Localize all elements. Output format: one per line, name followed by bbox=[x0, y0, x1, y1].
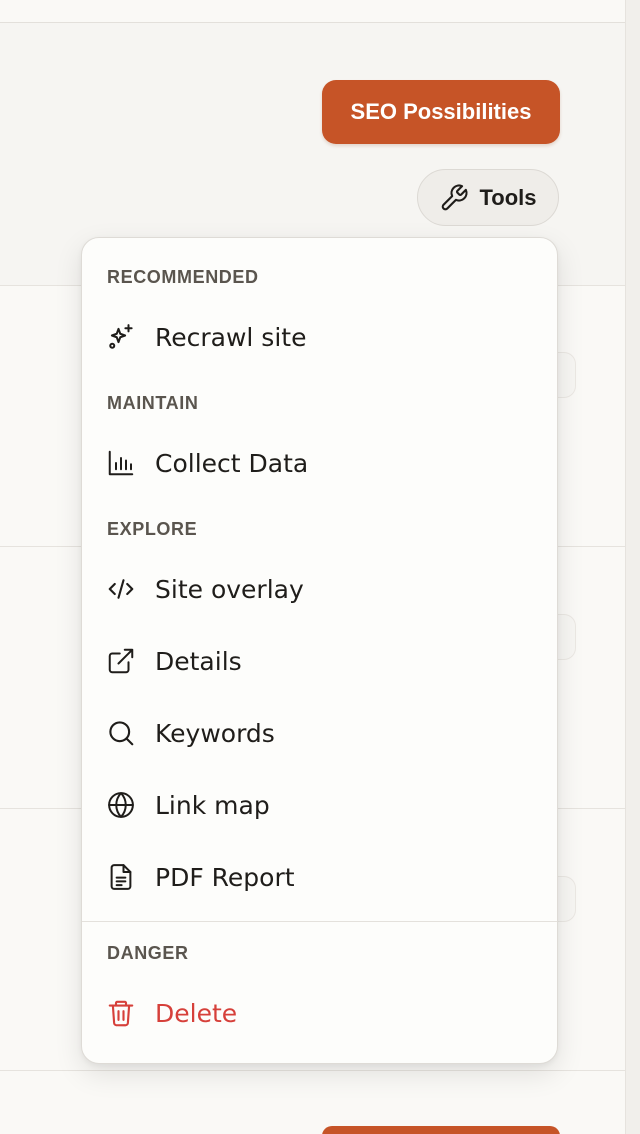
menu-item-pdf-report[interactable]: PDF Report bbox=[82, 849, 557, 905]
external-link-icon bbox=[106, 646, 136, 676]
menu-item-label: Recrawl site bbox=[155, 322, 307, 352]
menu-divider bbox=[82, 921, 557, 922]
search-icon bbox=[106, 718, 136, 748]
section-label-recommended: RECOMMENDED bbox=[107, 267, 259, 287]
tools-button-label: Tools bbox=[479, 184, 537, 210]
tools-button[interactable]: Tools bbox=[417, 169, 559, 226]
menu-item-collect-data[interactable]: Collect Data bbox=[82, 435, 557, 491]
section-label-explore: EXPLORE bbox=[107, 519, 198, 539]
menu-item-label: Link map bbox=[155, 790, 270, 820]
tools-dropdown-menu: RECOMMENDED Recrawl site MAINTAIN Collec… bbox=[81, 237, 558, 1064]
menu-item-label: PDF Report bbox=[155, 862, 295, 892]
trash-icon bbox=[106, 998, 136, 1028]
menu-item-label: Details bbox=[155, 646, 242, 676]
page: SEO Possibilities Tools RECOMMENDED Recr… bbox=[0, 0, 640, 1134]
row-divider bbox=[0, 1070, 626, 1071]
menu-item-recrawl-site[interactable]: Recrawl site bbox=[82, 309, 557, 365]
section-label-danger: DANGER bbox=[107, 943, 189, 963]
menu-item-keywords[interactable]: Keywords bbox=[82, 705, 557, 761]
scrollbar[interactable] bbox=[625, 0, 640, 1134]
menu-item-link-map[interactable]: Link map bbox=[82, 777, 557, 833]
menu-item-delete[interactable]: Delete bbox=[82, 985, 557, 1041]
menu-item-details[interactable]: Details bbox=[82, 633, 557, 689]
bar-chart-icon bbox=[106, 448, 136, 478]
menu-item-label: Site overlay bbox=[155, 574, 304, 604]
wrench-icon bbox=[439, 183, 469, 213]
seo-possibilities-button[interactable]: SEO Possibilities bbox=[322, 80, 560, 144]
globe-icon bbox=[106, 790, 136, 820]
row-seo-button[interactable] bbox=[322, 1126, 560, 1134]
menu-item-label: Delete bbox=[155, 998, 238, 1028]
section-label-maintain: MAINTAIN bbox=[107, 393, 199, 413]
document-icon bbox=[106, 862, 136, 892]
sparkles-icon bbox=[106, 322, 136, 352]
menu-item-site-overlay[interactable]: Site overlay bbox=[82, 561, 557, 617]
code-icon bbox=[106, 574, 136, 604]
menu-item-label: Keywords bbox=[155, 718, 275, 748]
menu-item-label: Collect Data bbox=[155, 448, 309, 478]
